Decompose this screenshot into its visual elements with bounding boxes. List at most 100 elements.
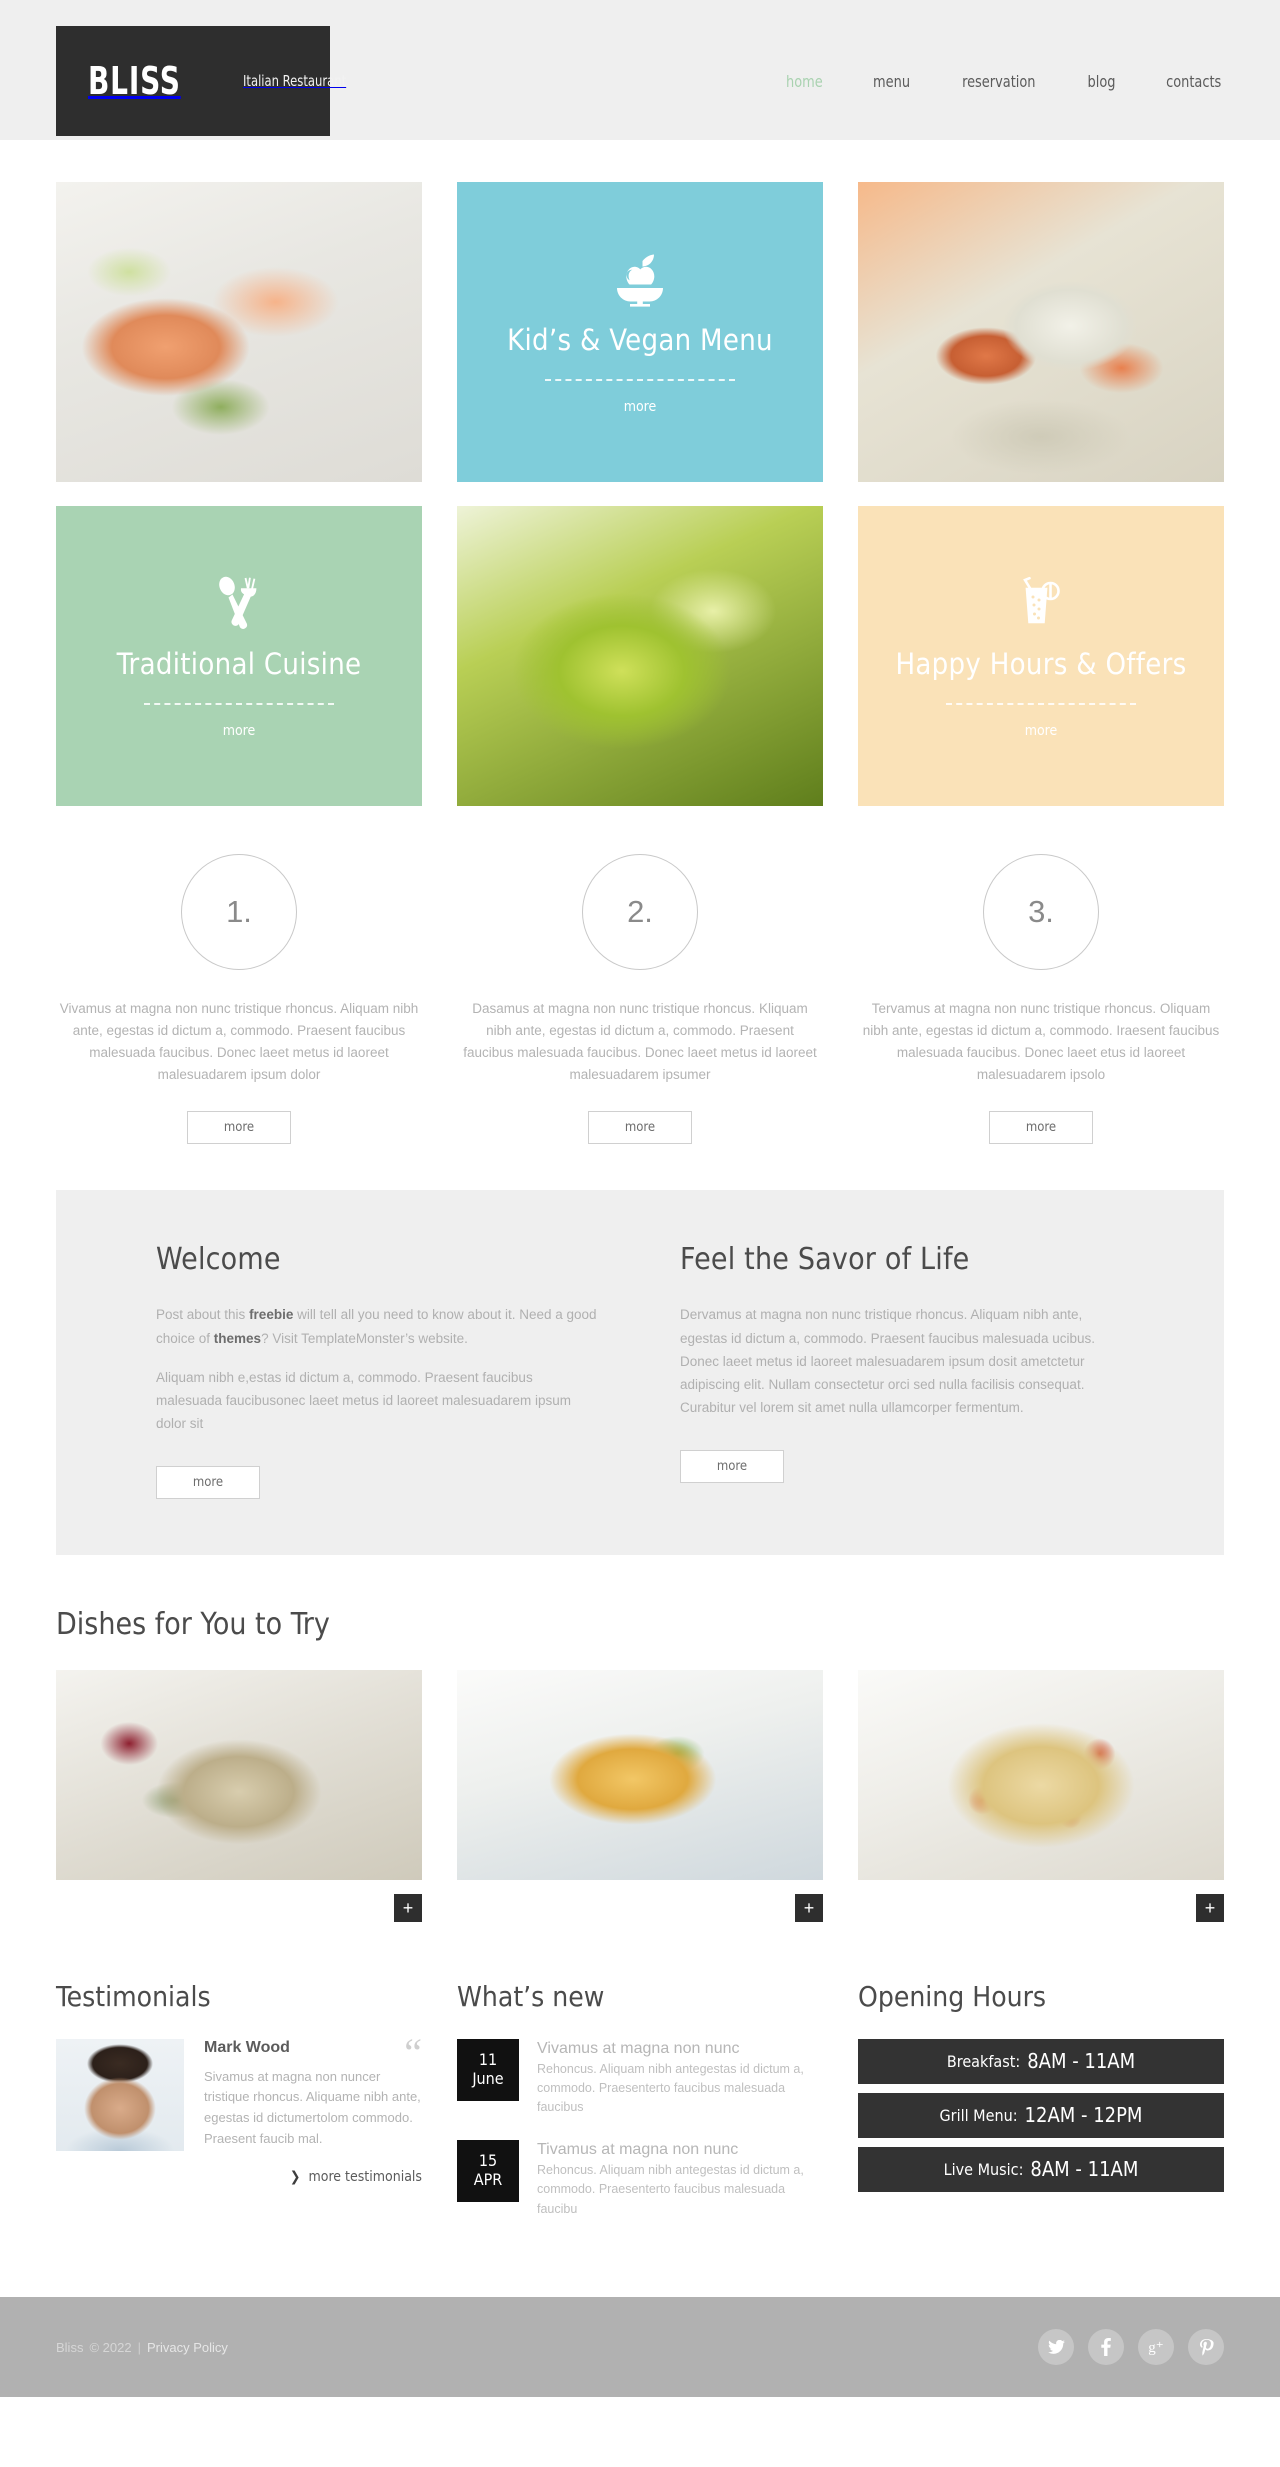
step-item: 1. Vivamus at magna non nunc tristique r…: [56, 854, 422, 1145]
news-title: What’s new: [457, 1979, 605, 2013]
hours-row: Live Music: 8AM - 11AM: [858, 2146, 1224, 2192]
hours-label: Live Music:: [943, 2159, 1024, 2179]
nav-item-blog[interactable]: blog: [1087, 72, 1115, 91]
news-item[interactable]: 15 APR Tivamus at magna non nunc Rehoncu…: [457, 2139, 823, 2219]
hours-value: 8AM - 11AM: [1030, 2157, 1139, 2182]
welcome-panel: Welcome Post about this freebie will tel…: [56, 1190, 1224, 1555]
hours-label: Breakfast:: [946, 2051, 1021, 2071]
nav-item-home[interactable]: home: [786, 72, 823, 91]
dish-expand-button[interactable]: +: [394, 1893, 422, 1922]
step-more-button[interactable]: more: [187, 1111, 291, 1145]
drink-glass-icon: [1013, 573, 1069, 631]
tile-more-link[interactable]: more: [1025, 723, 1058, 739]
nav-item-reservation[interactable]: reservation: [962, 72, 1035, 91]
welcome-paragraph-2: Aliquam nibh e,estas id dictum a, commod…: [156, 1369, 571, 1432]
testimonials-section: Testimonials “ Mark Wood Sivamus at magn…: [56, 1980, 422, 2242]
privacy-policy-link[interactable]: Privacy Policy: [147, 2340, 228, 2355]
news-item[interactable]: 11 June Vivamus at magna non nunc Rehonc…: [457, 2038, 823, 2118]
tile-title: Traditional Cuisine: [116, 646, 362, 681]
opening-hours-section: Opening Hours Breakfast: 8AM - 11AM Gril…: [858, 1980, 1224, 2242]
tile-more-link[interactable]: more: [624, 399, 657, 415]
apple-bowl-icon: [612, 249, 668, 307]
tile-more-link[interactable]: more: [223, 723, 256, 739]
tile-salmon-photo: [56, 182, 422, 482]
news-item-text: Rehoncus. Aliquam nibh antegestas id dic…: [537, 2061, 804, 2115]
welcome-bold-freebie: freebie: [249, 1307, 294, 1323]
step-text: Vivamus at magna non nunc tristique rhon…: [59, 1001, 419, 1082]
avatar: [56, 2038, 184, 2151]
news-item-title[interactable]: Tivamus at magna non nunc: [537, 2140, 823, 2159]
fork-spoon-icon: [212, 573, 266, 631]
step-number: 3.: [983, 854, 1099, 970]
welcome-bold-themes: themes: [213, 1330, 262, 1346]
footer-brand: Bliss: [56, 2339, 84, 2355]
social-links: g⁺: [1038, 2329, 1224, 2366]
dish-image[interactable]: [858, 1669, 1224, 1880]
news-month: June: [472, 2068, 504, 2088]
testimonial-body: “ Mark Wood Sivamus at magna non nuncer …: [204, 2032, 422, 2151]
tile-green-pasta-photo: [457, 506, 823, 806]
google-plus-icon[interactable]: g⁺: [1138, 2329, 1174, 2366]
steps-section: 1. Vivamus at magna non nunc tristique r…: [56, 854, 1224, 1145]
more-testimonials-link[interactable]: ❯ more testimonials: [56, 2169, 422, 2185]
tile-divider: [144, 703, 334, 706]
nav-item-menu[interactable]: menu: [873, 72, 910, 91]
news-day: 11: [478, 2050, 498, 2070]
testimonials-title: Testimonials: [56, 1979, 211, 2013]
savor-paragraph: Dervamus at magna non nunc tristique rho…: [680, 1307, 1095, 1416]
news-item-text: Rehoncus. Aliquam nibh antegestas id dic…: [537, 2163, 804, 2216]
tile-divider: [946, 703, 1136, 706]
tile-kids-vegan[interactable]: Kid’s & Vegan Menu more: [457, 182, 823, 482]
hours-value: 8AM - 11AM: [1027, 2049, 1136, 2074]
dishes-title: Dishes for You to Try: [56, 1606, 330, 1642]
tile-traditional-cuisine[interactable]: Traditional Cuisine more: [56, 506, 422, 806]
dish-image[interactable]: [457, 1669, 823, 1880]
google-plus-glyph: g⁺: [1148, 2339, 1164, 2356]
news-section: What’s new 11 June Vivamus at magna non …: [457, 1980, 823, 2242]
news-day: 15: [478, 2151, 498, 2171]
welcome-more-button[interactable]: more: [156, 1465, 260, 1499]
pinterest-icon[interactable]: [1188, 2329, 1224, 2366]
tile-happy-hours[interactable]: Happy Hours & Offers more: [858, 506, 1224, 806]
copyright: Bliss © 2022 | Privacy Policy: [56, 2340, 228, 2355]
savor-title: Feel the Savor of Life: [680, 1242, 970, 1278]
tile-divider: [545, 379, 735, 382]
footer-copyright: © 2022: [89, 2339, 132, 2355]
nav-item-contacts[interactable]: contacts: [1166, 72, 1221, 91]
dish-expand-button[interactable]: +: [1196, 1893, 1224, 1922]
tile-shrimp-photo: [858, 182, 1224, 482]
welcome-text-e: ? Visit TemplateMonster’s website.: [261, 1330, 468, 1346]
footer-separator: |: [137, 2339, 141, 2355]
welcome-paragraph-1: Post about this freebie will tell all yo…: [156, 1303, 600, 1349]
dish-image[interactable]: [56, 1669, 422, 1880]
opening-hours-title: Opening Hours: [858, 1979, 1047, 2013]
chevron-right-icon: ❯: [289, 2168, 301, 2185]
testimonial-author: Mark Wood: [204, 2038, 290, 2056]
dish-expand-button[interactable]: +: [795, 1893, 823, 1922]
main-navigation[interactable]: home menu reservation blog contacts: [784, 72, 1224, 91]
tile-title: Happy Hours & Offers: [895, 646, 1187, 681]
feature-tiles: Kid’s & Vegan Menu more Traditional Cuis…: [56, 182, 1224, 806]
site-footer: Bliss © 2022 | Privacy Policy g⁺: [0, 2297, 1280, 2398]
step-more-button[interactable]: more: [588, 1111, 692, 1145]
facebook-icon[interactable]: [1088, 2329, 1124, 2366]
hours-row: Grill Menu: 12AM - 12PM: [858, 2092, 1224, 2138]
savor-more-button[interactable]: more: [680, 1449, 784, 1483]
news-date-badge: 15 APR: [457, 2139, 519, 2202]
welcome-column: Welcome Post about this freebie will tel…: [156, 1242, 600, 1499]
logo-name: BLISS: [88, 59, 181, 103]
savor-column: Feel the Savor of Life Dervamus at magna…: [680, 1242, 1124, 1498]
more-testimonials-label: more testimonials: [308, 2168, 422, 2185]
step-more-button[interactable]: more: [989, 1111, 1093, 1145]
tile-title: Kid’s & Vegan Menu: [507, 322, 773, 357]
news-body: Vivamus at magna non nunc Rehoncus. Aliq…: [537, 2039, 823, 2118]
step-item: 2. Dasamus at magna non nunc tristique r…: [457, 854, 823, 1145]
dish-card: +: [56, 1669, 422, 1922]
step-number: 1.: [181, 854, 297, 970]
twitter-icon[interactable]: [1038, 2329, 1074, 2366]
news-item-title[interactable]: Vivamus at magna non nunc: [537, 2039, 823, 2058]
site-logo[interactable]: BLISS Italian Restaurant: [56, 26, 346, 136]
hours-label: Grill Menu:: [939, 2105, 1018, 2125]
step-text: Dasamus at magna non nunc tristique rhon…: [463, 1001, 817, 1082]
testimonial-item: “ Mark Wood Sivamus at magna non nuncer …: [56, 2032, 422, 2151]
